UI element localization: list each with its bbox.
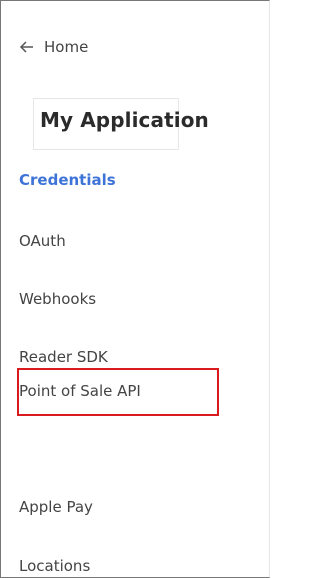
arrow-left-icon [19, 41, 33, 53]
home-link[interactable]: Home [19, 36, 88, 58]
sidebar-panel [0, 0, 270, 578]
sidebar-item-apple-pay[interactable]: Apple Pay [19, 498, 93, 516]
sidebar-item-locations[interactable]: Locations [19, 557, 90, 575]
home-link-label: Home [44, 38, 89, 56]
sidebar-item-reader-sdk[interactable]: Reader SDK [19, 348, 108, 366]
sidebar-item-credentials[interactable]: Credentials [19, 171, 116, 189]
sidebar-item-webhooks[interactable]: Webhooks [19, 290, 96, 308]
app-title: My Application [40, 108, 209, 132]
sidebar-item-oauth[interactable]: OAuth [19, 232, 66, 250]
sidebar-item-point-of-sale-api[interactable]: Point of Sale API [19, 382, 141, 400]
